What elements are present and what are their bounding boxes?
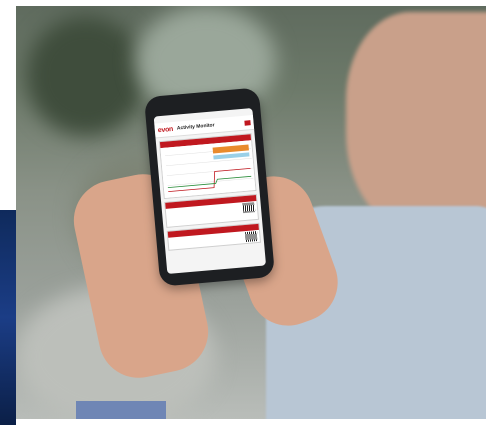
phone-screen: evon Activity Monitor [153,107,267,274]
evon-logo: evon [157,125,174,134]
shirt-cuff [76,401,166,419]
photo-scene: evon Activity Monitor [0,0,494,425]
person-face [346,12,486,232]
info-section-1 [164,193,260,228]
chart-band-orange [212,144,249,154]
qr-icon [242,202,256,214]
activity-chart [160,140,256,198]
barcode-icon [245,231,258,243]
app-title: Activity Monitor [176,122,215,132]
left-edge-graphic [0,210,16,425]
chart-svg [165,144,254,193]
smartphone: evon Activity Monitor [143,87,276,287]
chart-section [158,133,257,200]
chart-band-blue [213,152,250,160]
bokeh-tree [26,16,146,136]
menu-icon[interactable] [244,119,251,126]
